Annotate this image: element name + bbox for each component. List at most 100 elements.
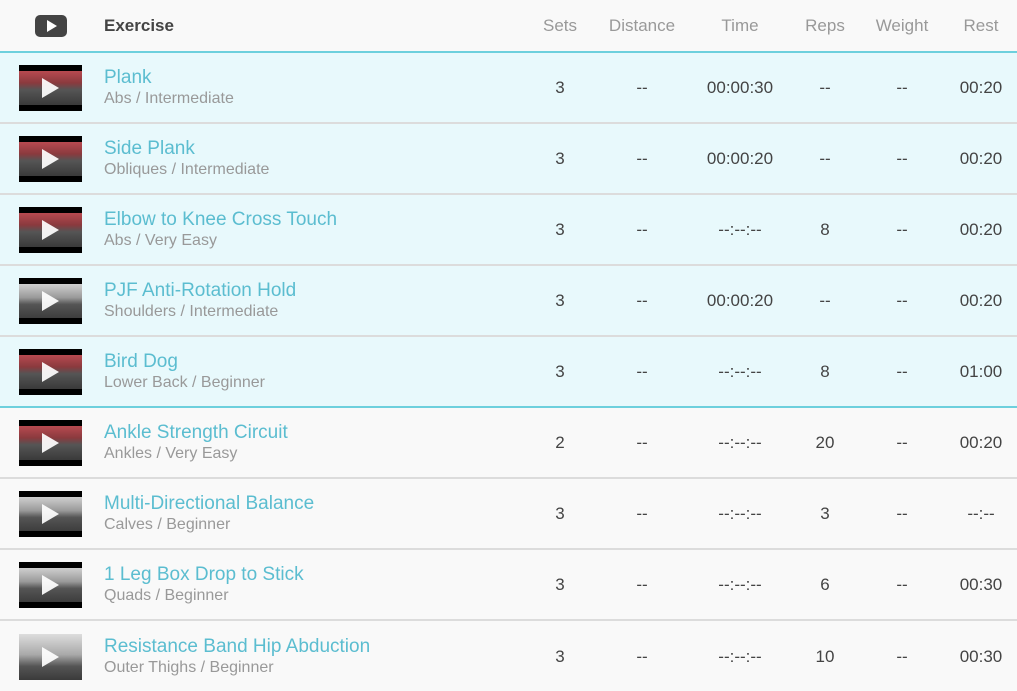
video-thumbnail[interactable] <box>19 490 82 537</box>
time-value: --:--:-- <box>718 361 762 381</box>
sets-value: 3 <box>555 290 565 310</box>
play-icon <box>42 148 59 169</box>
exercise-table: Exercise Sets Distance Time Reps Weight … <box>0 0 1017 691</box>
exercise-category: Obliques / Intermediate <box>104 160 270 178</box>
table-row[interactable]: Plank Abs / Intermediate 3 -- 00:00:30 --… <box>0 53 1017 124</box>
table-row[interactable]: Elbow to Knee Cross Touch Abs / Very Easy… <box>0 195 1017 266</box>
video-thumbnail[interactable] <box>19 419 82 466</box>
distance-value: -- <box>636 219 648 239</box>
play-icon <box>42 361 59 382</box>
distance-value: -- <box>636 290 648 310</box>
video-thumbnail[interactable] <box>19 206 82 253</box>
rest-value: 00:20 <box>959 219 1003 239</box>
exercise-name-link[interactable]: Elbow to Knee Cross Touch <box>104 209 522 231</box>
rest-value: --:-- <box>967 503 995 523</box>
sets-value: 3 <box>555 361 565 381</box>
video-thumbnail[interactable] <box>19 348 82 395</box>
rest-value: 00:30 <box>959 646 1003 666</box>
play-icon <box>42 290 59 311</box>
weight-value: -- <box>896 290 908 310</box>
exercise-category: Lower Back / Beginner <box>104 373 265 391</box>
header-time[interactable]: Time <box>695 16 785 36</box>
video-thumbnail[interactable] <box>19 277 82 324</box>
header-exercise[interactable]: Exercise <box>104 16 522 36</box>
exercise-name-link[interactable]: 1 Leg Box Drop to Stick <box>104 564 522 586</box>
header-video-cell <box>0 14 104 37</box>
video-thumbnail[interactable] <box>19 135 82 182</box>
weight-value: -- <box>896 361 908 381</box>
table-row[interactable]: 1 Leg Box Drop to Stick Quads / Beginner … <box>0 550 1017 621</box>
weight-value: -- <box>896 148 908 168</box>
play-icon <box>42 574 59 595</box>
distance-value: -- <box>636 148 648 168</box>
reps-value: 6 <box>820 574 830 594</box>
header-sets[interactable]: Sets <box>530 16 590 36</box>
exercise-category: Abs / Very Easy <box>104 231 217 249</box>
exercise-name-link[interactable]: PJF Anti-Rotation Hold <box>104 280 522 302</box>
reps-value: 8 <box>820 361 830 381</box>
exercise-category: Shoulders / Intermediate <box>104 302 279 320</box>
time-value: --:--:-- <box>718 219 762 239</box>
sets-value: 3 <box>555 646 565 666</box>
video-play-icon <box>35 14 67 37</box>
weight-value: -- <box>896 646 908 666</box>
rest-value: 00:30 <box>959 574 1003 594</box>
header-rest[interactable]: Rest <box>950 16 1012 36</box>
exercise-category: Outer Thighs / Beginner <box>104 658 274 676</box>
play-icon <box>42 219 59 240</box>
exercise-name-link[interactable]: Plank <box>104 67 522 89</box>
sets-value: 3 <box>555 503 565 523</box>
header-distance[interactable]: Distance <box>602 16 682 36</box>
weight-value: -- <box>896 574 908 594</box>
distance-value: -- <box>636 646 648 666</box>
exercise-category: Quads / Beginner <box>104 586 229 604</box>
time-value: 00:00:20 <box>706 290 774 310</box>
sets-value: 2 <box>555 432 565 452</box>
distance-value: -- <box>636 503 648 523</box>
sets-value: 3 <box>555 219 565 239</box>
weight-value: -- <box>896 432 908 452</box>
exercise-name-link[interactable]: Resistance Band Hip Abduction <box>104 636 522 658</box>
exercise-name-link[interactable]: Ankle Strength Circuit <box>104 422 522 444</box>
play-icon <box>42 77 59 98</box>
reps-value: 10 <box>815 646 835 666</box>
distance-value: -- <box>636 574 648 594</box>
distance-value: -- <box>636 77 648 97</box>
reps-value: -- <box>819 77 831 97</box>
exercise-name-link[interactable]: Multi-Directional Balance <box>104 493 522 515</box>
table-row[interactable]: Bird Dog Lower Back / Beginner 3 -- --:--… <box>0 337 1017 408</box>
table-row[interactable]: Multi-Directional Balance Calves / Beginn… <box>0 479 1017 550</box>
time-value: 00:00:20 <box>706 148 774 168</box>
video-thumbnail[interactable] <box>19 561 82 608</box>
reps-value: -- <box>819 290 831 310</box>
play-icon <box>42 503 59 524</box>
header-reps[interactable]: Reps <box>795 16 855 36</box>
exercise-category: Ankles / Very Easy <box>104 444 238 462</box>
reps-value: 3 <box>820 503 830 523</box>
exercise-category: Abs / Intermediate <box>104 89 234 107</box>
time-value: --:--:-- <box>718 503 762 523</box>
video-thumbnail[interactable] <box>19 64 82 111</box>
play-icon <box>42 432 59 453</box>
header-weight[interactable]: Weight <box>867 16 937 36</box>
video-thumbnail[interactable] <box>19 633 82 680</box>
distance-value: -- <box>636 361 648 381</box>
sets-value: 3 <box>555 77 565 97</box>
sets-value: 3 <box>555 574 565 594</box>
time-value: 00:00:30 <box>706 77 774 97</box>
exercise-name-link[interactable]: Bird Dog <box>104 351 522 373</box>
table-row[interactable]: Ankle Strength Circuit Ankles / Very Easy… <box>0 408 1017 479</box>
table-row[interactable]: Resistance Band Hip Abduction Outer Thigh… <box>0 621 1017 691</box>
rest-value: 00:20 <box>959 432 1003 452</box>
time-value: --:--:-- <box>718 574 762 594</box>
time-value: --:--:-- <box>718 646 762 666</box>
reps-value: -- <box>819 148 831 168</box>
weight-value: -- <box>896 77 908 97</box>
rest-value: 00:20 <box>959 290 1003 310</box>
rest-value: 00:20 <box>959 148 1003 168</box>
table-row[interactable]: Side Plank Obliques / Intermediate 3 -- 0… <box>0 124 1017 195</box>
exercise-category: Calves / Beginner <box>104 515 231 533</box>
play-icon <box>42 646 59 667</box>
table-row[interactable]: PJF Anti-Rotation Hold Shoulders / Interm… <box>0 266 1017 337</box>
exercise-name-link[interactable]: Side Plank <box>104 138 522 160</box>
